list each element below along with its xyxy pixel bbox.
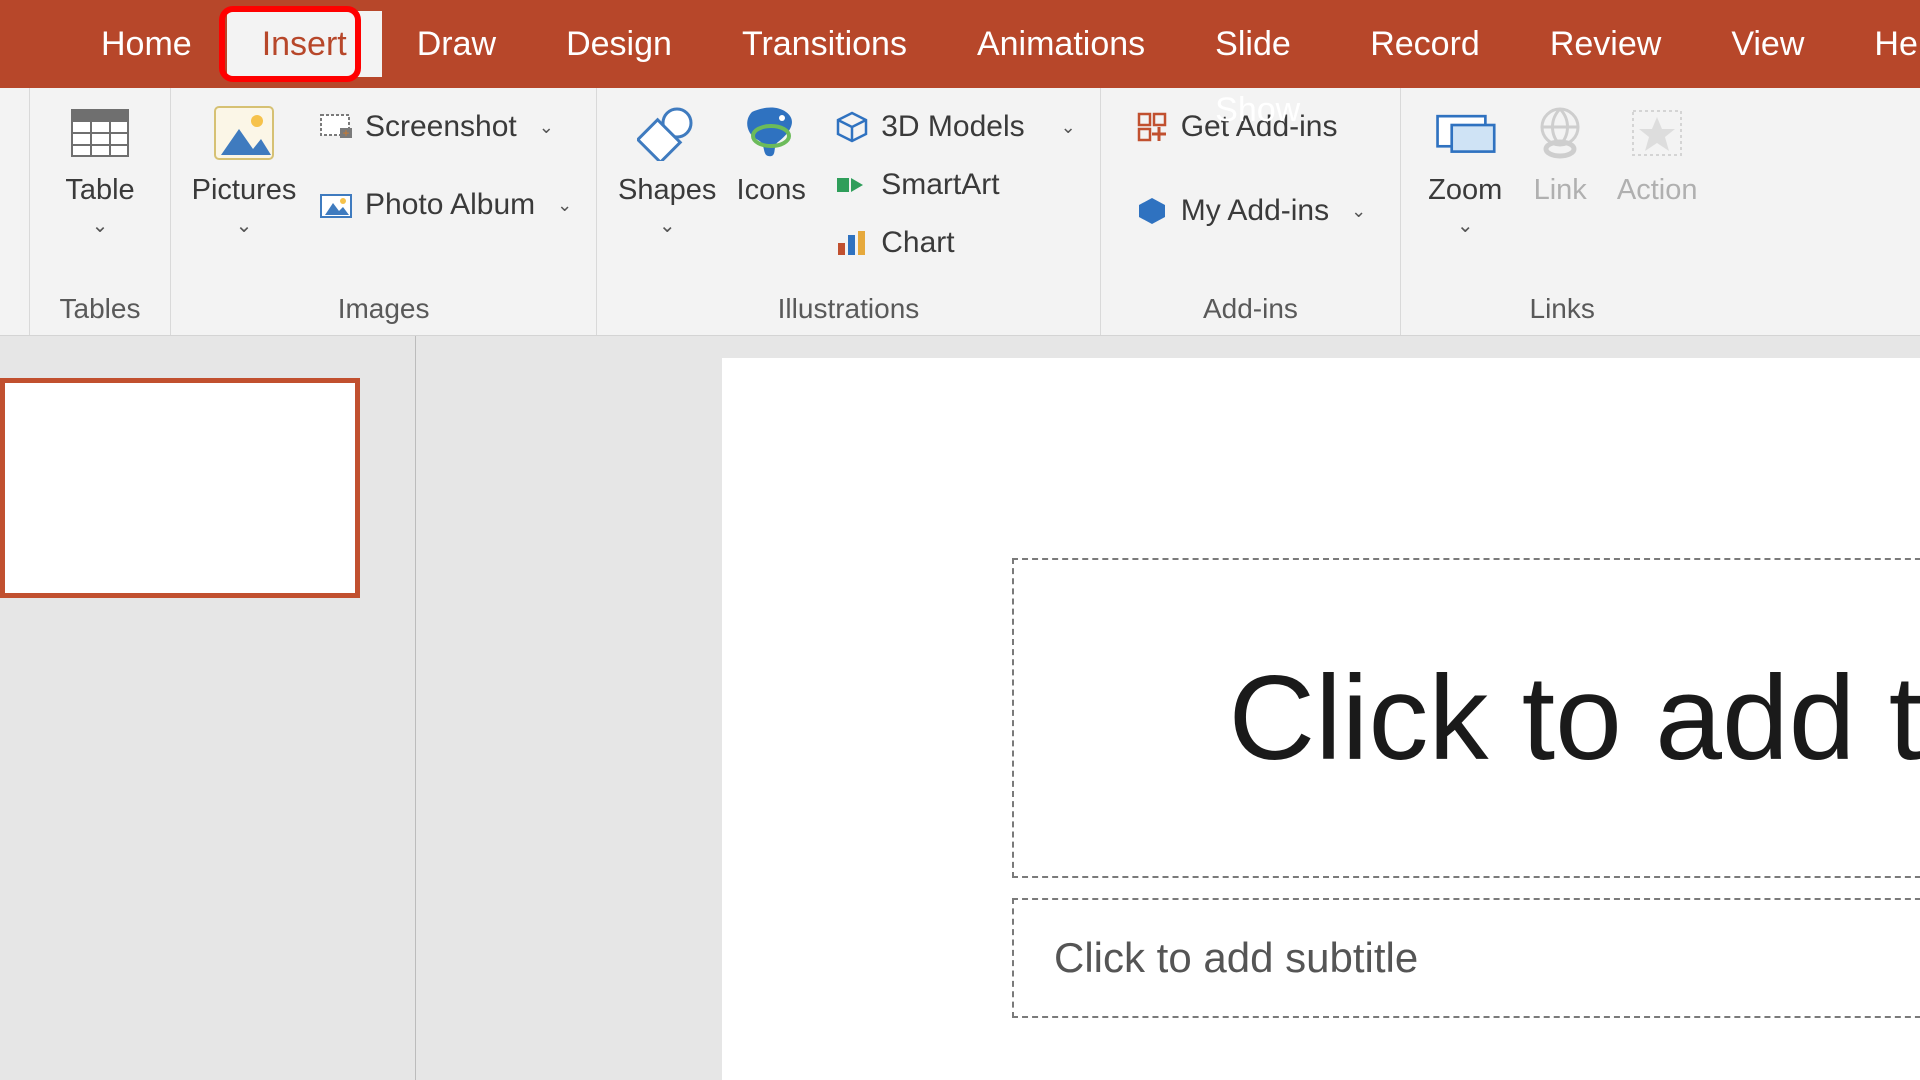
slide-thumbnail-panel — [0, 336, 416, 1080]
zoom-button[interactable]: Zoom ⌄ — [1415, 98, 1515, 238]
slide[interactable]: Click to add title Click to add subtitle — [722, 358, 1920, 1080]
chevron-down-icon: ⌄ — [236, 213, 253, 238]
chart-label: Chart — [881, 226, 954, 260]
icons-button[interactable]: Icons — [723, 98, 819, 207]
chevron-down-icon: ⌄ — [1351, 201, 1366, 222]
group-tables-label: Tables — [44, 293, 156, 329]
link-icon — [1529, 102, 1591, 164]
photo-album-button[interactable]: Photo Album ⌄ — [309, 176, 582, 234]
subtitle-placeholder-text: Click to add subtitle — [1054, 934, 1418, 982]
zoom-slide-icon — [1434, 102, 1496, 164]
my-addins-label: My Add-ins — [1181, 194, 1329, 228]
slide-thumbnail-1[interactable] — [0, 378, 360, 598]
link-button[interactable]: Link ⌄ — [1515, 98, 1605, 238]
my-addins-button[interactable]: My Add-ins ⌄ — [1125, 182, 1376, 240]
photo-album-icon — [319, 188, 353, 222]
slide-canvas-area[interactable]: Click to add title Click to add subtitle — [416, 336, 1920, 1080]
group-links-label: Links — [1415, 293, 1709, 329]
tab-help[interactable]: Help — [1839, 11, 1920, 77]
tab-draw[interactable]: Draw — [382, 11, 531, 77]
shapes-icon — [636, 102, 698, 164]
3d-models-label: 3D Models — [881, 110, 1024, 144]
shapes-label: Shapes — [618, 174, 716, 207]
tab-slideshow[interactable]: Slide Show — [1180, 11, 1335, 77]
action-button[interactable]: Action ⌄ — [1605, 98, 1709, 238]
table-label: Table — [65, 174, 134, 207]
action-label: Action — [1617, 174, 1698, 207]
svg-text:+: + — [342, 126, 349, 140]
group-links: Zoom ⌄ Link ⌄ — [1401, 88, 1723, 335]
smartart-label: SmartArt — [881, 168, 999, 202]
title-placeholder-text: Click to add title — [1228, 649, 1920, 787]
action-star-icon — [1626, 102, 1688, 164]
tab-animations[interactable]: Animations — [942, 11, 1180, 77]
3d-models-button[interactable]: 3D Models ⌄ — [825, 98, 1086, 156]
chevron-down-icon: ⌄ — [539, 117, 554, 138]
group-images-label: Images — [185, 293, 582, 329]
group-illustrations: Shapes ⌄ Icons — [597, 88, 1101, 335]
screenshot-button[interactable]: + Screenshot ⌄ — [309, 98, 582, 156]
tab-insert[interactable]: Insert — [227, 11, 382, 77]
group-illustrations-label: Illustrations — [611, 293, 1086, 329]
screenshot-icon: + — [319, 110, 353, 144]
tab-review[interactable]: Review — [1515, 11, 1696, 77]
chevron-down-icon: ⌄ — [659, 213, 676, 238]
workspace: Click to add title Click to add subtitle — [0, 336, 1920, 1080]
tab-transitions[interactable]: Transitions — [707, 11, 942, 77]
store-icon — [1135, 110, 1169, 144]
chart-button[interactable]: Chart — [825, 214, 1086, 272]
zoom-label: Zoom — [1428, 174, 1502, 207]
link-label: Link — [1534, 174, 1587, 207]
tab-home[interactable]: Home — [66, 11, 227, 77]
smartart-button[interactable]: SmartArt — [825, 156, 1086, 214]
ribbon-tabbar: Home Insert Draw Design Transitions Anim… — [0, 0, 1920, 88]
tab-record[interactable]: Record — [1335, 11, 1515, 77]
tab-view[interactable]: View — [1696, 11, 1839, 77]
icons-label: Icons — [737, 174, 806, 207]
icons-icon — [740, 102, 802, 164]
table-button[interactable]: Table ⌄ — [44, 98, 156, 238]
shapes-button[interactable]: Shapes ⌄ — [611, 98, 723, 238]
chevron-down-icon: ⌄ — [1457, 213, 1474, 238]
smartart-icon — [835, 168, 869, 202]
chevron-down-icon: ⌄ — [92, 213, 109, 238]
title-placeholder[interactable]: Click to add title — [1012, 558, 1920, 878]
group-cutoff-left: s — [0, 88, 30, 335]
chart-icon — [835, 226, 869, 260]
tab-design[interactable]: Design — [531, 11, 707, 77]
pictures-label: Pictures — [192, 174, 297, 207]
pictures-button[interactable]: Pictures ⌄ — [185, 98, 303, 238]
group-tables: Table ⌄ Tables — [30, 88, 171, 335]
addin-icon — [1135, 194, 1169, 228]
subtitle-placeholder[interactable]: Click to add subtitle — [1012, 898, 1920, 1018]
ribbon: s Table ⌄ Tables — [0, 88, 1920, 336]
chevron-down-icon: ⌄ — [1061, 117, 1076, 138]
group-images: Pictures ⌄ + Screenshot ⌄ — [171, 88, 597, 335]
pictures-icon — [213, 102, 275, 164]
photo-album-label: Photo Album — [365, 188, 535, 222]
table-icon — [69, 102, 131, 164]
screenshot-label: Screenshot — [365, 110, 517, 144]
cube-icon — [835, 110, 869, 144]
chevron-down-icon: ⌄ — [557, 195, 572, 216]
group-addins-label: Add-ins — [1115, 293, 1386, 329]
